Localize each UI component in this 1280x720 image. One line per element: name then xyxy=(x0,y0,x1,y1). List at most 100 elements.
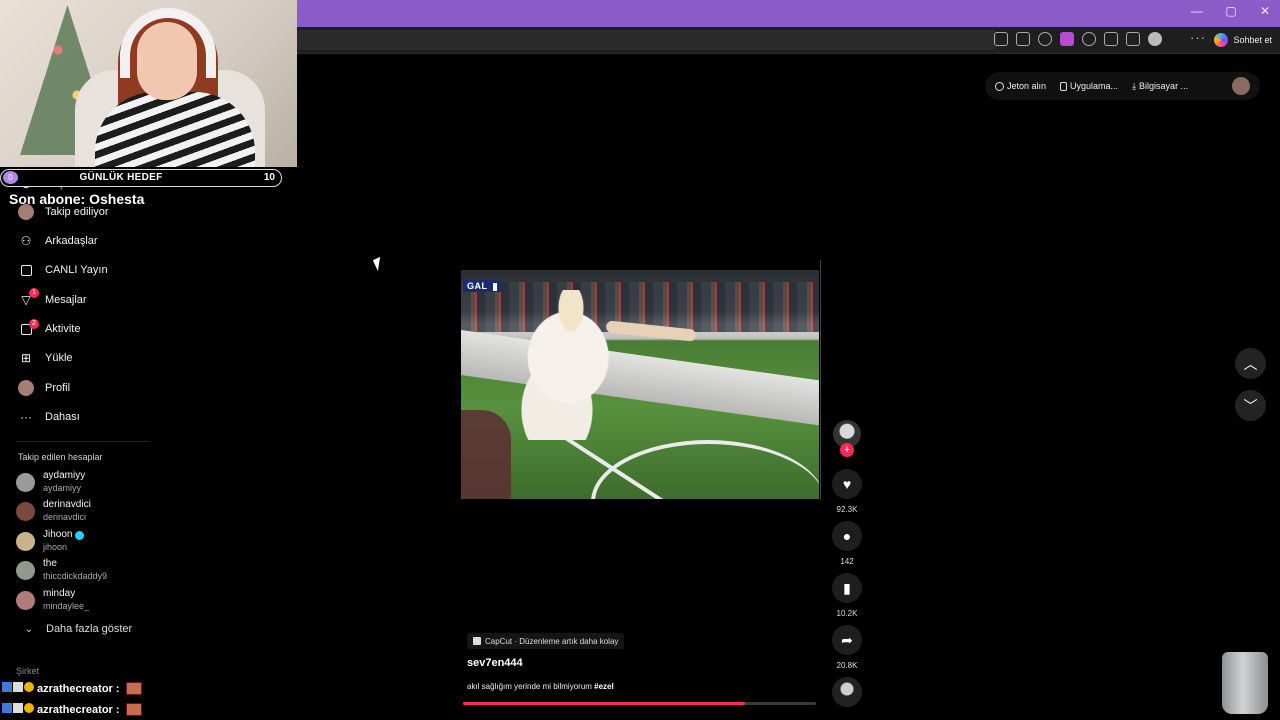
chat-badges xyxy=(2,682,35,695)
profile-avatar-icon xyxy=(17,380,35,396)
user-avatar[interactable] xyxy=(1232,77,1250,95)
friends-icon: ⚇ xyxy=(20,234,32,248)
sidebar-item-label: Arkadaşlar xyxy=(45,235,98,247)
followed-account-item[interactable]: Jihoon jihoon xyxy=(16,527,85,555)
followed-account-item[interactable]: the thiccdickdaddy9 xyxy=(16,556,107,584)
account-name: derinavdici xyxy=(43,499,91,510)
notification-badge: 1 xyxy=(29,288,39,298)
account-handle: aydamiyy xyxy=(43,483,82,493)
previous-video-button[interactable]: ︿ xyxy=(1235,348,1266,379)
music-disc-icon[interactable] xyxy=(832,677,862,707)
sidebar-item-label: Yükle xyxy=(45,352,73,364)
goal-target: 10 xyxy=(263,172,275,183)
browser-menu-button[interactable]: ··· xyxy=(1190,30,1206,45)
apps-icon[interactable] xyxy=(994,32,1008,46)
chat-username: azrathecreator : xyxy=(37,703,120,716)
extension-icon[interactable] xyxy=(1060,32,1074,46)
sidebar-item-label: Mesajlar xyxy=(45,294,87,306)
favorites-icon[interactable] xyxy=(1126,32,1140,46)
activity-icon: 2 xyxy=(17,318,39,335)
avatar xyxy=(16,590,35,610)
maximize-button[interactable]: ▢ xyxy=(1224,4,1238,18)
followed-account-item[interactable]: aydamiyy aydamiyy xyxy=(16,468,85,496)
show-more-label: Daha fazla göster xyxy=(46,623,133,635)
goal-label: GÜNLÜK HEDEF xyxy=(79,172,163,183)
extensions-puzzle-icon[interactable] xyxy=(1104,32,1118,46)
refresh-extension-icon[interactable] xyxy=(1082,32,1096,46)
player-edge xyxy=(820,260,821,500)
next-video-button[interactable]: ﹀ xyxy=(1235,390,1266,421)
account-name: aydamiyy xyxy=(43,470,86,481)
followed-account-item[interactable]: minday mindaylee_ xyxy=(16,586,89,614)
avatar xyxy=(16,560,35,580)
capcut-banner[interactable]: CapCut · Düzenleme artık daha kolay xyxy=(467,633,625,649)
mouse-cursor xyxy=(372,256,386,272)
copilot-button[interactable]: Sohbet et xyxy=(1214,31,1272,49)
video-author[interactable]: sev7en444 xyxy=(467,657,523,669)
desktop-app-button[interactable]: ⤓ Bilgisayar ... xyxy=(1132,81,1188,92)
sidebar-item-label: CANLI Yayın xyxy=(45,264,108,276)
copilot-icon xyxy=(1214,33,1229,47)
sidebar-item-label: Profil xyxy=(45,382,71,394)
close-button[interactable]: ✕ xyxy=(1258,4,1272,18)
account-handle: mindaylee_ xyxy=(43,601,90,611)
comment-button[interactable]: ● xyxy=(832,521,862,551)
more-dots-icon: ··· xyxy=(20,410,32,424)
account-name: minday xyxy=(43,588,76,599)
bookmark-count: 10.2K xyxy=(836,609,858,618)
bookmark-button[interactable]: ▮ xyxy=(832,573,862,603)
company-link[interactable]: Şirket xyxy=(16,666,39,676)
sidebar-item-more[interactable]: ··· Dahası xyxy=(17,407,80,427)
avatar xyxy=(16,531,35,551)
share-button[interactable]: ➦ xyxy=(832,625,862,655)
sidebar-item-friends[interactable]: ⚇ Arkadaşlar xyxy=(17,231,98,251)
sidebar-divider xyxy=(16,441,150,442)
sidebar-item-live[interactable]: CANLI Yayın xyxy=(17,260,108,280)
get-coins-button[interactable]: Jeton alın xyxy=(995,81,1046,91)
get-app-button[interactable]: Uygulama... xyxy=(1060,81,1118,91)
toolbar-icons xyxy=(994,32,1162,46)
webcam-glass-object xyxy=(1222,652,1268,714)
notification-badge: 2 xyxy=(29,318,39,329)
video-progress-bar[interactable] xyxy=(463,702,816,705)
phone-icon xyxy=(1060,81,1068,91)
favorite-star-icon[interactable] xyxy=(1038,32,1052,46)
video-progress-fill xyxy=(463,702,746,705)
webcam-overlay xyxy=(0,0,297,167)
heart-icon: ♥ xyxy=(842,476,852,492)
profile-avatar-icon[interactable] xyxy=(1148,32,1162,46)
sidebar-item-label: Dahası xyxy=(45,411,80,423)
chat-badges xyxy=(2,703,35,716)
hashtag-link[interactable]: #ezel xyxy=(594,682,614,691)
translate-icon[interactable] xyxy=(1016,32,1030,46)
sidebar-item-activity[interactable]: 2 Aktivite xyxy=(17,318,80,339)
scoreboard-tag: GAL xyxy=(463,280,501,292)
sidebar-item-upload[interactable]: ⊞ Yükle xyxy=(17,348,73,368)
download-icon: ⤓ xyxy=(1132,80,1137,91)
chat-message: azrathecreator : xyxy=(2,682,142,695)
last-subscriber-label: Son abone: Oshesta xyxy=(9,191,145,207)
sidebar-item-profile[interactable]: Profil xyxy=(17,378,70,398)
show-more-button[interactable]: ⌄ Daha fazla göster xyxy=(22,623,132,635)
video-player[interactable]: GAL xyxy=(461,270,819,499)
avatar xyxy=(16,472,35,492)
site-actions-bar: Jeton alın Uygulama... ⤓ Bilgisayar ... xyxy=(985,72,1260,100)
chevron-down-icon: ⌄ xyxy=(24,623,34,635)
sidebar-item-messages[interactable]: ▽ 1 Mesajlar xyxy=(17,288,87,310)
copilot-label: Sohbet et xyxy=(1233,35,1272,45)
bookmark-icon: ▮ xyxy=(843,579,851,596)
account-name: the xyxy=(43,558,57,569)
minimize-button[interactable]: — xyxy=(1190,4,1204,18)
follow-plus-icon[interactable]: + xyxy=(840,443,854,457)
sidebar-item-label: Takip ediliyor xyxy=(45,206,109,218)
share-count: 20.8K xyxy=(836,661,858,670)
address-bar[interactable] xyxy=(296,30,996,50)
chevron-down-icon: ﹀ xyxy=(1243,397,1258,414)
like-button[interactable]: ♥ xyxy=(832,469,862,499)
followed-account-item[interactable]: derinavdici derinavdici xyxy=(16,497,91,525)
sidebar-nav: ⊘ Keşfet Takip ediliyor ⚇ Arkadaşlar CAN… xyxy=(0,167,165,720)
avatar xyxy=(16,501,35,521)
emote-icon xyxy=(125,703,142,716)
capcut-icon xyxy=(473,637,481,645)
upload-plus-icon: ⊞ xyxy=(20,351,32,365)
